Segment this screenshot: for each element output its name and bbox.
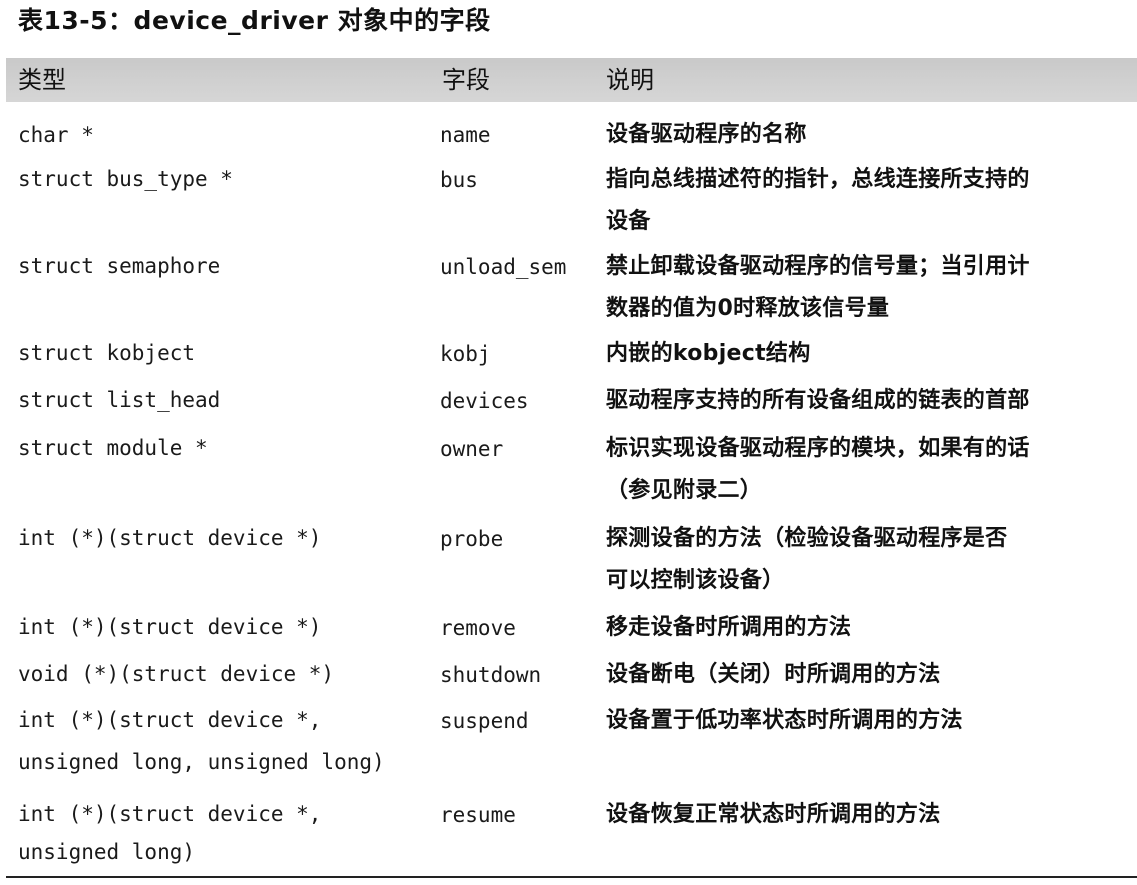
cell-description-line: 设备驱动程序的名称 [606,122,807,147]
cell-type-line: unsigned long, unsigned long) [18,750,385,774]
cell-field: shutdown [440,663,542,687]
cell-field: remove [440,616,516,640]
cell-description-line: 移走设备时所调用的方法 [606,615,852,640]
cell-type-line: int (*)(struct device *) [18,526,322,550]
header-description: 说明 [606,66,654,94]
cell-description-line: 标识实现设备驱动程序的模块，如果有的话 [606,436,1030,461]
cell-description: 标识实现设备驱动程序的模块，如果有的话 （参见附录二） [606,428,1134,512]
cell-type: char * [18,118,428,152]
cell-description-line: 设备 [606,209,651,234]
cell-type: int (*)(struct device *, unsigned long) [18,797,428,869]
cell-type-line: char * [18,123,94,147]
cell-description-line: （参见附录二） [606,478,763,503]
cell-description-line: 指向总线描述符的指针，总线连接所支持的 [606,167,1030,192]
cell-description: 驱动程序支持的所有设备组成的链表的首部 [606,380,1134,422]
cell-type-line: struct list_head [18,388,221,412]
cell-type: int (*)(struct device *, unsigned long, u… [18,703,428,779]
cell-description-line: 内嵌的kobject结构 [606,341,811,366]
cell-field: devices [440,389,529,413]
cell-type-line: int (*)(struct device *, [18,802,322,826]
cell-type: struct semaphore [18,249,428,283]
cell-type-line: int (*)(struct device *, [18,708,322,732]
cell-field: kobj [440,342,491,366]
cell-description: 禁止卸载设备驱动程序的信号量；当引用计 数器的值为0时释放该信号量 [606,246,1134,330]
cell-description-line: 设备置于低功率状态时所调用的方法 [606,708,963,733]
cell-field: resume [440,803,516,827]
cell-type: int (*)(struct device *) [18,521,428,555]
cell-description-line: 驱动程序支持的所有设备组成的链表的首部 [606,388,1030,413]
cell-description-line: 可以控制该设备） [606,568,785,593]
bottom-rule [6,876,1137,878]
cell-description: 探测设备的方法（检验设备驱动程序是否 可以控制该设备） [606,518,1134,602]
cell-field: suspend [440,709,529,733]
cell-field: owner [440,437,504,461]
cell-description: 设备恢复正常状态时所调用的方法 [606,794,1134,836]
cell-description-line: 设备恢复正常状态时所调用的方法 [606,802,941,827]
cell-description: 设备驱动程序的名称 [606,114,1134,156]
cell-description: 内嵌的kobject结构 [606,333,1134,375]
header-field: 字段 [442,66,490,94]
cell-field: unload_sem [440,255,567,279]
cell-type: struct module * [18,431,428,465]
cell-description-line: 设备断电（关闭）时所调用的方法 [606,662,941,687]
cell-type: void (*)(struct device *) [18,657,428,691]
cell-type-line: int (*)(struct device *) [18,615,322,639]
cell-type-line: struct bus_type * [18,167,233,191]
header-type: 类型 [18,66,66,94]
table-header: 类型 字段 说明 [6,58,1137,102]
cell-description: 指向总线描述符的指针，总线连接所支持的 设备 [606,159,1134,243]
cell-description: 移走设备时所调用的方法 [606,607,1134,649]
cell-type-line: void (*)(struct device *) [18,662,335,686]
cell-type-line: struct module * [18,436,208,460]
cell-description-line: 探测设备的方法（检验设备驱动程序是否 [606,526,1008,551]
cell-field: probe [440,527,504,551]
cell-type-line: struct kobject [18,341,196,365]
table-caption: 表13-5：device_driver 对象中的字段 [18,6,491,35]
cell-type-line: struct semaphore [18,254,221,278]
cell-description-line: 禁止卸载设备驱动程序的信号量；当引用计 [606,254,1030,279]
cell-field: name [440,123,491,147]
cell-type: struct list_head [18,383,428,417]
cell-type: struct bus_type * [18,162,428,196]
cell-type-line: unsigned long) [18,840,196,864]
cell-description-line: 数器的值为0时释放该信号量 [606,296,890,321]
cell-description: 设备置于低功率状态时所调用的方法 [606,700,1134,742]
cell-field: bus [440,168,478,192]
cell-description: 设备断电（关闭）时所调用的方法 [606,654,1134,696]
cell-type: struct kobject [18,336,428,370]
cell-type: int (*)(struct device *) [18,610,428,644]
